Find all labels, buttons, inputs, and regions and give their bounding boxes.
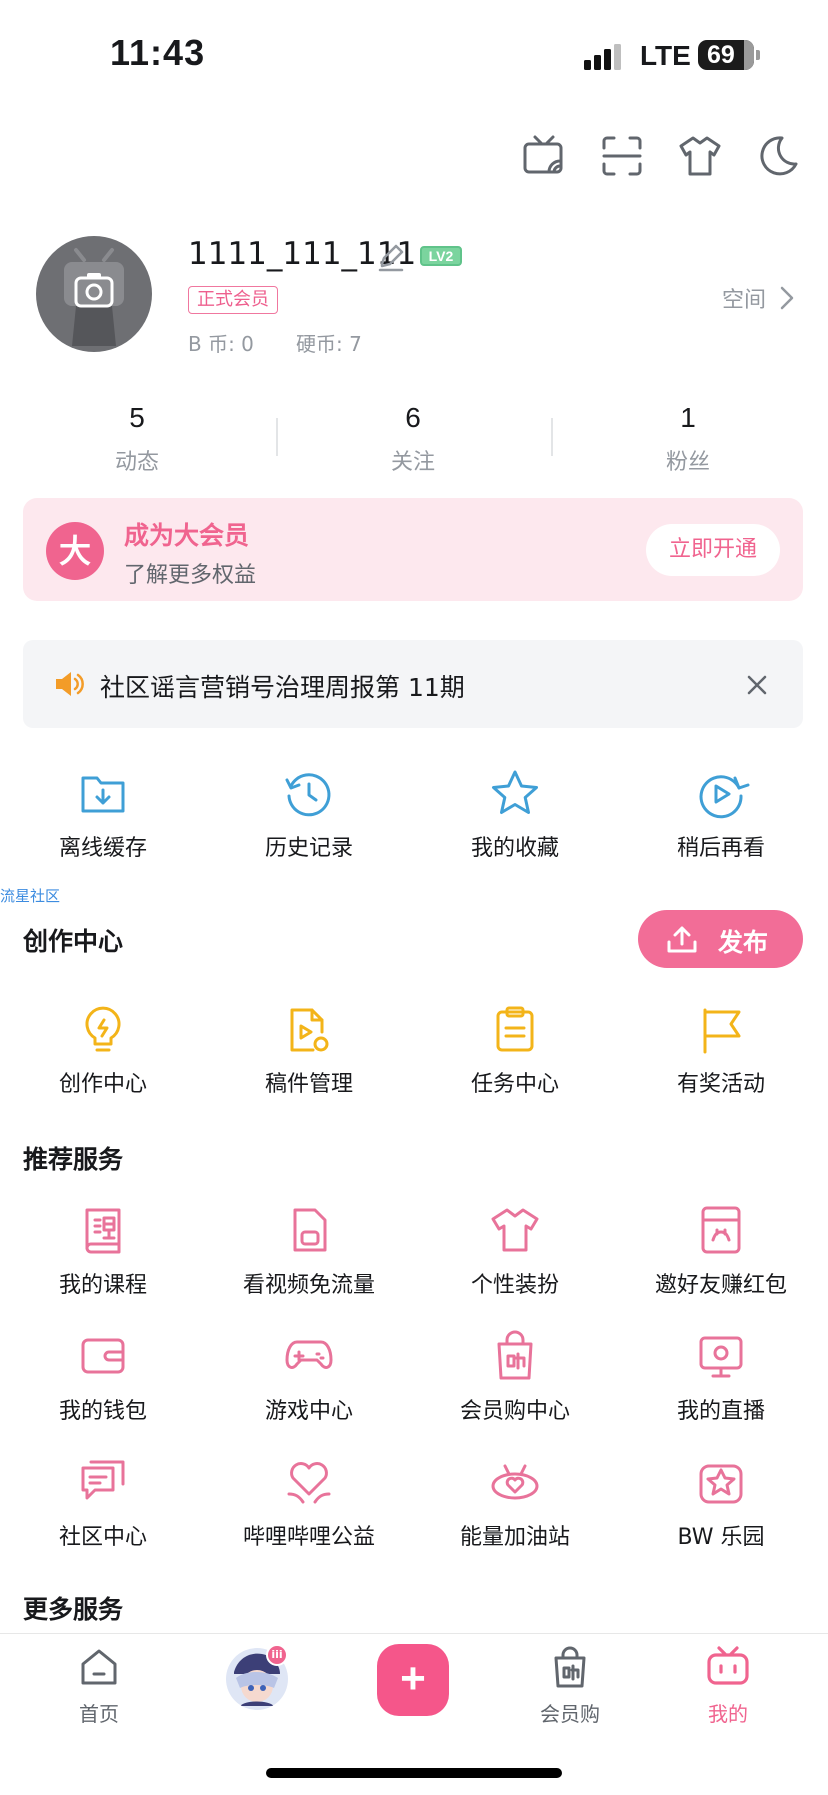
battery-icon: 69 <box>698 40 754 70</box>
vip-title: 成为大会员 <box>124 521 250 550</box>
tab-vip-shop[interactable]: 会员购 <box>510 1698 630 1727</box>
manuscript-icon[interactable] <box>283 1004 335 1056</box>
upload-icon <box>666 924 698 954</box>
gamepad-icon[interactable] <box>283 1330 335 1382</box>
tv-mine-icon[interactable] <box>706 1646 750 1686</box>
scan-icon[interactable] <box>600 134 644 178</box>
shopping-bag-icon[interactable] <box>489 1330 541 1382</box>
chevron-right-icon[interactable] <box>780 286 794 310</box>
clipboard-icon[interactable] <box>489 1004 541 1056</box>
status-time: 11:43 <box>110 32 206 73</box>
shirt-icon[interactable] <box>678 134 722 178</box>
service-free-data[interactable]: 看视频免流量 <box>206 1267 412 1299</box>
tab-home[interactable]: 首页 <box>39 1698 159 1727</box>
wallet-icon[interactable] <box>77 1330 129 1382</box>
service-game-center[interactable]: 游戏中心 <box>206 1393 412 1425</box>
tab-mine[interactable]: 我的 <box>668 1698 788 1727</box>
divider <box>276 418 278 456</box>
moon-icon[interactable] <box>756 134 800 178</box>
star-icon[interactable] <box>489 768 541 820</box>
close-icon[interactable] <box>746 674 768 696</box>
live-screen-icon[interactable] <box>695 1330 747 1382</box>
service-invite-friends[interactable]: 邀好友赚红包 <box>618 1267 824 1299</box>
battery-tip <box>756 50 760 60</box>
heart-hands-icon[interactable] <box>283 1456 335 1508</box>
service-charity[interactable]: 哔哩哔哩公益 <box>206 1519 412 1551</box>
shirt-icon[interactable] <box>489 1204 541 1256</box>
home-indicator <box>266 1768 562 1778</box>
service-bw-park[interactable]: BW 乐园 <box>618 1519 824 1551</box>
b-coin-count: B 币: 0 <box>188 332 254 356</box>
creation-item-events[interactable]: 有奖活动 <box>618 1066 824 1098</box>
creation-item-manuscripts[interactable]: 稿件管理 <box>206 1066 412 1098</box>
coin-count: 硬币: 7 <box>296 332 362 356</box>
creation-item-center[interactable]: 创作中心 <box>0 1066 206 1098</box>
service-vip-shop[interactable]: 会员购中心 <box>412 1393 618 1425</box>
member-tag: 正式会员 <box>188 286 278 314</box>
space-link[interactable]: 空间 <box>722 282 766 314</box>
stat-following-label[interactable]: 关注 <box>338 444 488 476</box>
star-badge-icon[interactable] <box>695 1456 747 1508</box>
edit-pencil-icon[interactable] <box>376 242 406 272</box>
energy-heart-icon[interactable] <box>489 1456 541 1508</box>
quick-action-offline[interactable]: 离线缓存 <box>0 830 206 862</box>
avatar-badge: iii <box>266 1644 288 1666</box>
download-folder-icon[interactable] <box>77 768 129 820</box>
speaker-icon <box>54 670 84 698</box>
vip-badge-icon: 大 <box>46 522 104 580</box>
service-my-courses[interactable]: 我的课程 <box>0 1267 206 1299</box>
avatar[interactable] <box>36 236 152 352</box>
service-wallet[interactable]: 我的钱包 <box>0 1393 206 1425</box>
level-badge: LV2 <box>420 246 462 266</box>
publish-button[interactable]: 发布 <box>638 910 803 968</box>
signal-icon <box>584 44 624 70</box>
service-dress-up[interactable]: 个性装扮 <box>412 1267 618 1299</box>
service-energy-station[interactable]: 能量加油站 <box>412 1519 618 1551</box>
battery-level: 69 <box>707 41 735 69</box>
history-clock-icon[interactable] <box>283 768 335 820</box>
red-envelope-icon[interactable] <box>695 1204 747 1256</box>
more-services-title: 更多服务 <box>23 1595 124 1624</box>
vip-shop-bag-icon[interactable] <box>550 1646 590 1688</box>
add-post-button[interactable]: + <box>377 1644 449 1716</box>
service-community[interactable]: 社区中心 <box>0 1519 206 1551</box>
divider <box>551 418 553 456</box>
quick-action-history[interactable]: 历史记录 <box>206 830 412 862</box>
quick-action-watch-later[interactable]: 稍后再看 <box>618 830 824 862</box>
vip-subtitle: 了解更多权益 <box>124 563 257 588</box>
chat-bubbles-icon[interactable] <box>77 1456 129 1508</box>
vip-open-button[interactable]: 立即开通 <box>646 524 780 576</box>
network-label: LTE <box>640 40 691 71</box>
course-book-icon[interactable] <box>77 1204 129 1256</box>
quick-action-favorites[interactable]: 我的收藏 <box>412 830 618 862</box>
creation-section-title: 创作中心 <box>23 927 124 956</box>
lightbulb-icon[interactable] <box>77 1004 129 1056</box>
service-my-live[interactable]: 我的直播 <box>618 1393 824 1425</box>
stat-dynamics-label[interactable]: 动态 <box>62 444 212 476</box>
stat-following-count[interactable]: 6 <box>338 402 488 434</box>
publish-label: 发布 <box>718 928 769 957</box>
sim-card-icon[interactable] <box>283 1204 335 1256</box>
tv-cast-icon[interactable] <box>522 134 566 178</box>
creation-item-tasks[interactable]: 任务中心 <box>412 1066 618 1098</box>
home-icon[interactable] <box>79 1648 119 1686</box>
stat-dynamics-count[interactable]: 5 <box>62 402 212 434</box>
flag-icon[interactable] <box>695 1004 747 1056</box>
notice-text[interactable]: 社区谣言营销号治理周报第 11期 <box>100 668 465 704</box>
stat-fans-label[interactable]: 粉丝 <box>613 444 763 476</box>
watch-later-icon[interactable] <box>695 768 750 820</box>
stat-fans-count[interactable]: 1 <box>613 402 763 434</box>
floating-tag[interactable]: 流星社区 <box>0 885 60 906</box>
recommended-section-title: 推荐服务 <box>23 1145 124 1174</box>
